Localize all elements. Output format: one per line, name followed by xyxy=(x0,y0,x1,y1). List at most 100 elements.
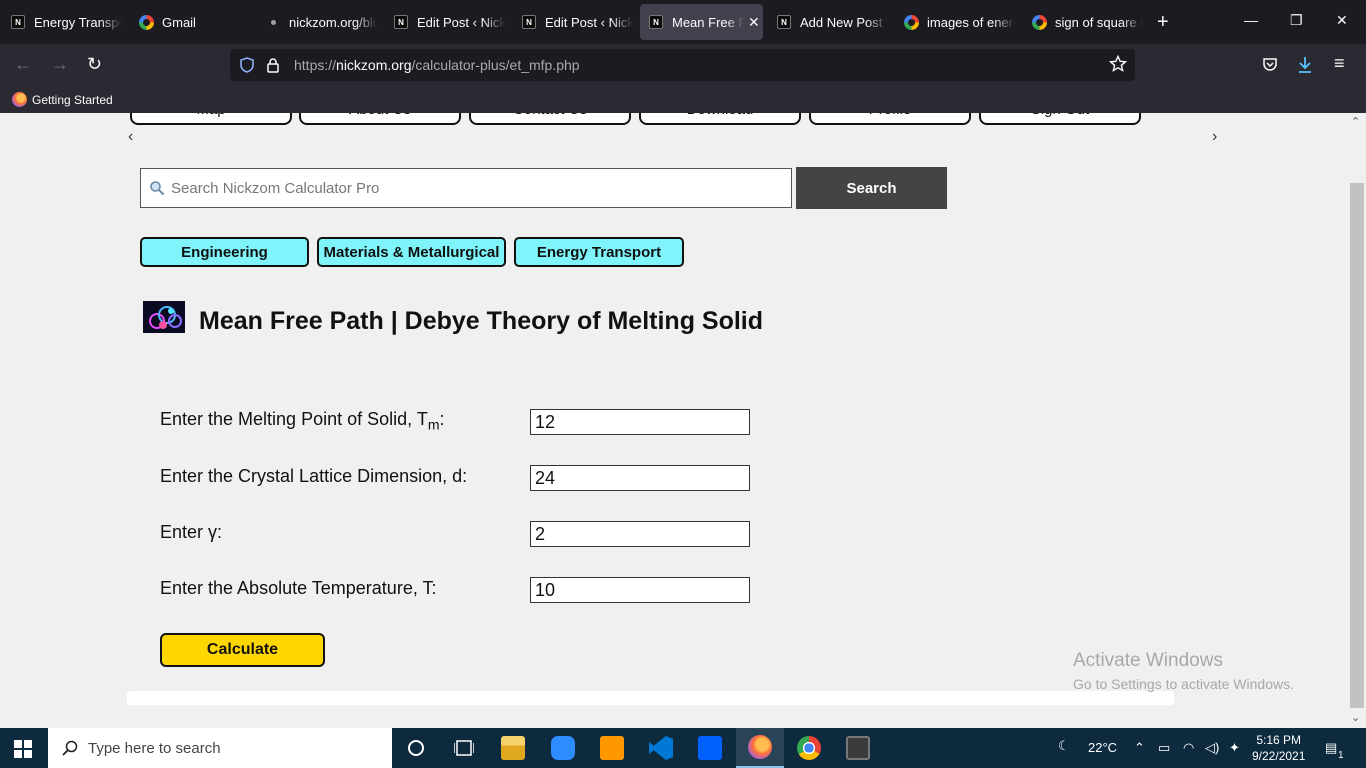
file-explorer-icon[interactable] xyxy=(489,728,537,768)
back-arrow-icon[interactable]: ← xyxy=(14,54,32,75)
vscode-icon[interactable] xyxy=(637,728,685,768)
nav-download-button[interactable]: Download xyxy=(639,113,801,125)
nav-profile-button[interactable]: Profile xyxy=(809,113,971,125)
tab-mean-free-path[interactable]: N Mean Free Path ✕ xyxy=(640,4,763,40)
browser-tab-bar: N Energy Transport Gmail nickzom.org/blo… xyxy=(0,0,1366,44)
tab-add-new-post[interactable]: N Add New Post ‹ xyxy=(776,0,888,44)
menu-icon[interactable]: ≡ xyxy=(1334,53,1345,74)
dropbox-tray-icon[interactable]: ✦ xyxy=(1229,740,1240,756)
battery-icon[interactable]: ▭ xyxy=(1158,740,1170,756)
lock-icon[interactable] xyxy=(266,57,280,73)
activate-windows-watermark: Activate Windows Go to Settings to activ… xyxy=(1073,650,1294,692)
scroll-right-icon[interactable]: › xyxy=(1212,128,1217,146)
search-button[interactable]: Search xyxy=(796,167,947,209)
nav-contact-button[interactable]: Contact Us xyxy=(469,113,631,125)
windows-start-icon[interactable] xyxy=(14,740,32,758)
scroll-left-icon[interactable]: ‹ xyxy=(128,128,133,146)
shield-icon[interactable] xyxy=(240,57,254,73)
url-path: /calculator-plus/et_mfp.php xyxy=(411,57,580,73)
chrome-icon[interactable] xyxy=(785,728,833,768)
absolute-temperature-input[interactable]: 10 xyxy=(530,577,750,603)
calculate-button[interactable]: Calculate xyxy=(160,633,325,667)
forward-arrow-icon[interactable]: → xyxy=(51,54,69,75)
vertical-scrollbar-thumb[interactable] xyxy=(1350,183,1364,708)
clock-date: 9/22/2021 xyxy=(1252,749,1306,763)
bookmarks-toolbar: Getting Started xyxy=(0,86,1366,113)
nav-signout-button[interactable]: Sign Out xyxy=(979,113,1141,125)
dropbox-icon[interactable] xyxy=(686,728,734,768)
pocket-icon[interactable] xyxy=(1262,56,1278,72)
zoom-icon[interactable] xyxy=(539,728,587,768)
reload-icon[interactable]: ↻ xyxy=(87,54,102,75)
volume-icon[interactable]: ◁) xyxy=(1205,740,1219,756)
tab-images-of-energy[interactable]: images of energy xyxy=(903,0,1015,44)
watermark-line2: Go to Settings to activate Windows. xyxy=(1073,676,1294,692)
restore-icon[interactable]: ❐ xyxy=(1290,12,1303,29)
lattice-dimension-input[interactable]: 24 xyxy=(530,465,750,491)
firefox-icon[interactable] xyxy=(736,728,784,768)
tab-label: images of energy xyxy=(927,14,1015,30)
minimize-icon[interactable]: — xyxy=(1244,12,1258,28)
firefox-icon xyxy=(12,92,27,107)
google-icon xyxy=(903,14,919,30)
gamma-label: Enter γ: xyxy=(160,522,223,542)
search-placeholder: Search Nickzom Calculator Pro xyxy=(171,179,380,197)
clock-time: 5:16 PM xyxy=(1256,733,1302,747)
bookmark-getting-started[interactable]: Getting Started xyxy=(32,93,113,107)
scroll-down-icon[interactable]: ⌄ xyxy=(1351,711,1360,724)
google-icon xyxy=(138,14,154,30)
window-close-icon[interactable]: ✕ xyxy=(1336,12,1348,29)
bookmark-star-icon[interactable] xyxy=(1109,55,1127,73)
task-view-icon[interactable] xyxy=(440,728,488,768)
search-input[interactable]: Search Nickzom Calculator Pro xyxy=(140,168,792,208)
tab-gmail[interactable]: Gmail xyxy=(138,0,250,44)
tab-label: Energy Transport xyxy=(34,14,122,30)
taskbar-search-input[interactable]: Type here to search xyxy=(48,728,392,768)
wifi-icon[interactable]: ◠ xyxy=(1183,740,1194,756)
nickzom-icon: N xyxy=(521,14,537,30)
tab-edit-post-1[interactable]: N Edit Post ‹ Nickzom xyxy=(393,0,505,44)
notification-icon[interactable]: ▤ xyxy=(1325,740,1337,756)
notification-count: 1 xyxy=(1338,750,1344,761)
browser-nav-bar: ← → ↻ https://nickzom.org/calculator-plu… xyxy=(0,44,1366,86)
search-icon xyxy=(62,740,78,756)
taskbar-search-placeholder: Type here to search xyxy=(88,739,221,757)
url-text[interactable]: https://nickzom.org/calculator-plus/et_m… xyxy=(294,57,580,73)
tab-label: Add New Post ‹ xyxy=(800,14,888,30)
gamma-input[interactable]: 2 xyxy=(530,521,750,547)
nav-map-button[interactable]: Map xyxy=(130,113,292,125)
close-tab-icon[interactable]: ✕ xyxy=(748,14,760,31)
nav-about-button[interactable]: About Us xyxy=(299,113,461,125)
url-bar[interactable]: https://nickzom.org/calculator-plus/et_m… xyxy=(230,49,1135,81)
tab-edit-post-2[interactable]: N Edit Post ‹ Nickzom xyxy=(521,0,633,44)
download-icon[interactable] xyxy=(1297,56,1313,74)
horizontal-scrollbar[interactable] xyxy=(127,691,1174,705)
page-content: Map About Us Contact Us Download Profile… xyxy=(0,113,1366,728)
watermark-line1: Activate Windows xyxy=(1073,650,1223,671)
nickzom-icon: N xyxy=(776,14,792,30)
tray-chevron-up-icon[interactable]: ⌃ xyxy=(1134,740,1145,756)
calculator-logo-icon xyxy=(143,301,185,333)
windows-taskbar: Type here to search ☾ 22°C ⌃ ▭ ◠ ◁) ✦ 5:… xyxy=(0,728,1366,768)
melting-point-input[interactable]: 12 xyxy=(530,409,750,435)
tab-label: sign of square root xyxy=(1055,14,1143,30)
tab-energy-transport[interactable]: N Energy Transport xyxy=(10,0,122,44)
taskbar-clock[interactable]: 5:16 PM 9/22/2021 xyxy=(1252,732,1305,764)
melting-point-label: Enter the Melting Point of Solid, Tm: xyxy=(160,409,445,433)
tab-label: Edit Post ‹ Nickzom xyxy=(545,14,633,30)
tab-sign-of-square-root[interactable]: sign of square root xyxy=(1031,0,1143,44)
loading-dot-icon xyxy=(265,14,281,30)
tab-label: Edit Post ‹ Nickzom xyxy=(417,14,505,30)
category-materials-button[interactable]: Materials & Metallurgical xyxy=(317,237,506,267)
category-engineering-button[interactable]: Engineering xyxy=(140,237,309,267)
weather-temperature[interactable]: 22°C xyxy=(1088,740,1117,755)
sublime-icon[interactable] xyxy=(588,728,636,768)
scroll-up-icon[interactable]: ⌃ xyxy=(1351,115,1360,128)
url-domain: nickzom.org xyxy=(336,57,412,73)
tab-nickzom-blog[interactable]: nickzom.org/blog xyxy=(265,0,377,44)
weather-moon-icon[interactable]: ☾ xyxy=(1058,738,1070,754)
cortana-icon[interactable] xyxy=(392,728,440,768)
category-energy-transport-button[interactable]: Energy Transport xyxy=(514,237,684,267)
new-tab-icon[interactable]: + xyxy=(1157,11,1169,34)
calculator-icon[interactable] xyxy=(834,728,882,768)
